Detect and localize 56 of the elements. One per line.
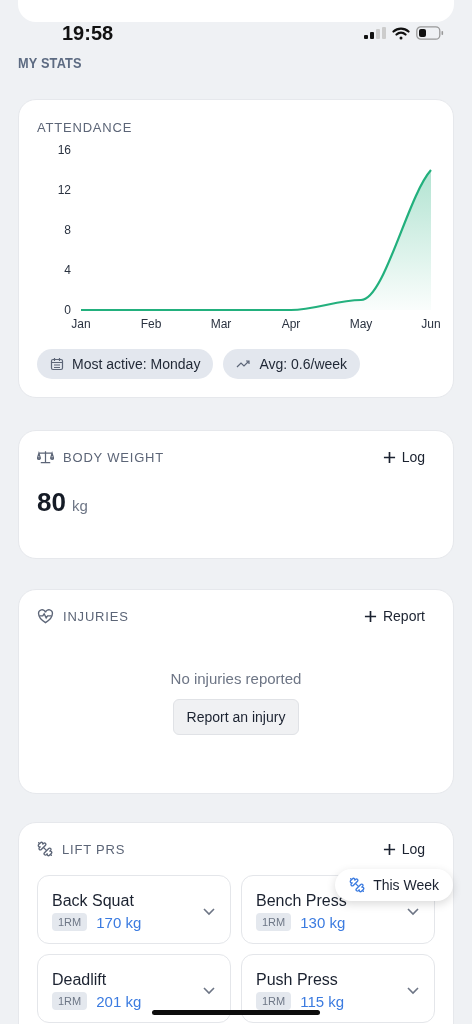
- dumbbell-icon: [37, 841, 53, 857]
- chevron-down-icon[interactable]: [406, 986, 420, 995]
- plus-icon: [382, 450, 396, 464]
- lift-value: 170 kg: [96, 913, 142, 931]
- rep-max-badge: 1RM: [52, 913, 88, 931]
- lift-value: 130 kg: [300, 913, 346, 931]
- pill-label: Most active: Monday: [72, 356, 201, 372]
- lift-name: Push Press: [256, 971, 339, 989]
- weight-value: 80: [37, 487, 66, 518]
- lift-name: Deadlift: [52, 971, 108, 989]
- chevron-down-icon[interactable]: [202, 907, 216, 916]
- y-axis-label: 12: [57, 183, 71, 197]
- log-button[interactable]: Log: [382, 841, 435, 857]
- lift-card[interactable]: Deadlift 1RM 201 kg: [37, 954, 231, 1023]
- pill-label: Avg: 0.6/week: [259, 356, 348, 372]
- y-axis-label: 16: [57, 143, 71, 157]
- lift-value: 115 kg: [300, 992, 345, 1010]
- y-axis-label: 0: [64, 303, 71, 317]
- signal-icon: [364, 27, 386, 39]
- card-title: ATTENDANCE: [37, 120, 133, 135]
- weight-unit: kg: [71, 497, 88, 514]
- scale-icon: [37, 450, 54, 464]
- status-time: 19:58: [62, 21, 114, 45]
- card-title: INJURIES: [63, 608, 129, 624]
- lift-card[interactable]: Back Squat 1RM 170 kg: [37, 875, 231, 944]
- x-axis-label: May: [349, 317, 373, 331]
- plus-icon: [382, 842, 396, 856]
- dumbbell-icon: [349, 877, 366, 893]
- x-axis-label: Apr: [281, 317, 301, 331]
- lift-value: 201 kg: [96, 992, 142, 1010]
- rep-max-badge: 1RM: [256, 992, 292, 1010]
- report-injury-button[interactable]: Report an injury: [172, 699, 300, 735]
- card-title: LIFT PRS: [62, 841, 126, 857]
- battery-icon: [416, 26, 444, 40]
- x-axis-label: Feb: [140, 317, 162, 331]
- x-axis-label: Mar: [210, 317, 232, 331]
- x-axis-label: Jun: [421, 317, 441, 331]
- empty-message: No injuries reported: [170, 670, 302, 687]
- lift-card[interactable]: Push Press 1RM 115 kg: [241, 954, 435, 1023]
- lift-name: Back Squat: [52, 892, 135, 910]
- card-title: BODY WEIGHT: [63, 449, 164, 465]
- wifi-icon: [392, 26, 410, 40]
- trend-up-icon: [236, 359, 252, 369]
- y-axis-label: 8: [64, 223, 71, 237]
- calendar-icon: [50, 357, 64, 371]
- y-axis-label: 4: [64, 263, 71, 277]
- chevron-down-icon[interactable]: [202, 986, 216, 995]
- rep-max-badge: 1RM: [256, 913, 292, 931]
- section-title: MY STATS: [18, 54, 82, 71]
- heart-pulse-icon: [37, 608, 54, 624]
- x-axis-label: Jan: [71, 317, 91, 331]
- chevron-down-icon[interactable]: [406, 907, 420, 916]
- log-button[interactable]: Log: [382, 449, 435, 465]
- report-button[interactable]: Report: [363, 608, 435, 624]
- plus-icon: [363, 609, 377, 623]
- rep-max-badge: 1RM: [52, 992, 88, 1010]
